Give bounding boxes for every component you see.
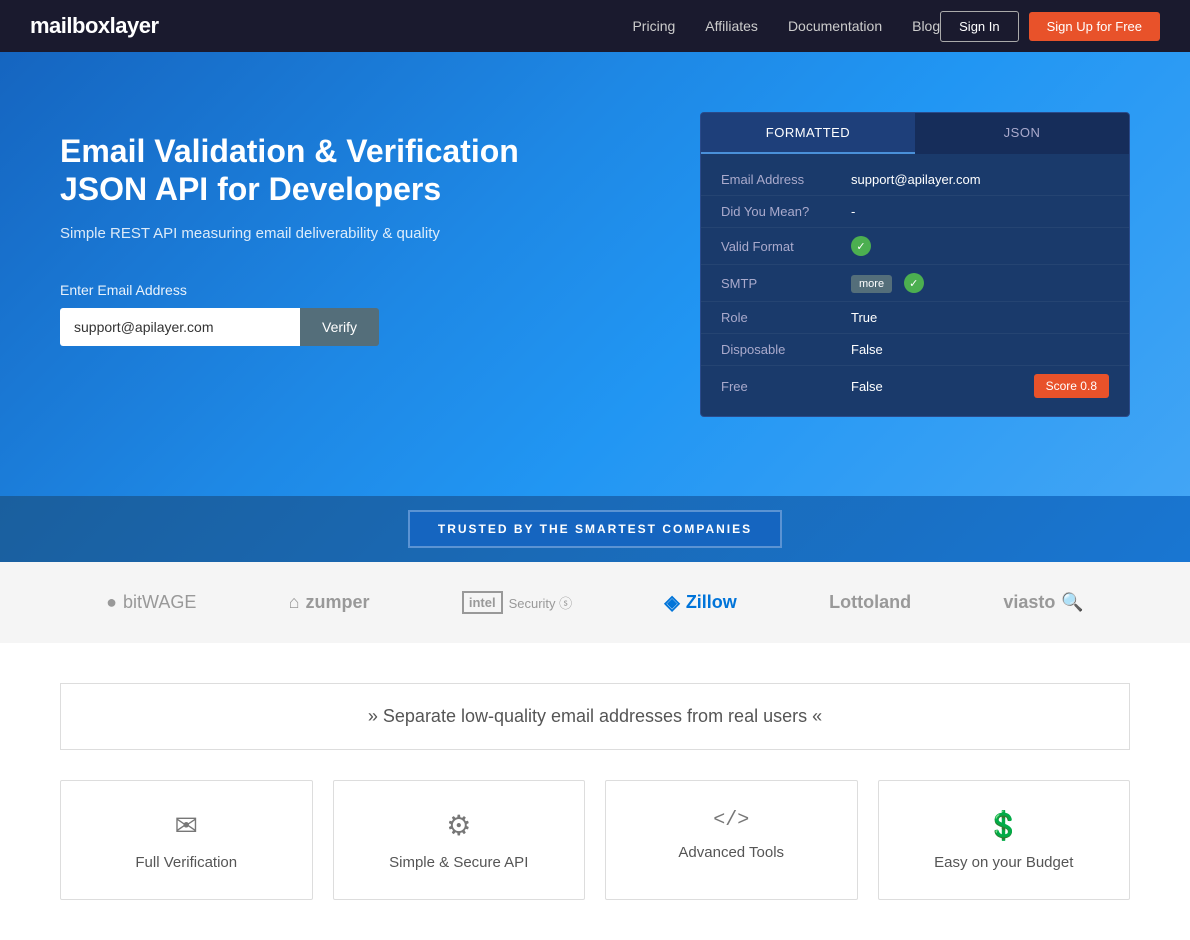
demo-value-role: True	[851, 310, 1109, 325]
nav-documentation[interactable]: Documentation	[788, 18, 882, 34]
demo-label-free: Free	[721, 379, 851, 394]
feature-card-budget: 💲 Easy on your Budget	[878, 780, 1131, 900]
demo-row-didyoumean: Did You Mean? -	[701, 196, 1129, 228]
tab-formatted[interactable]: FORMATTED	[701, 113, 915, 154]
hero-subtitle: Simple REST API measuring email delivera…	[60, 225, 640, 242]
nav-pricing[interactable]: Pricing	[632, 18, 675, 34]
score-badge: Score 0.8	[1034, 374, 1109, 398]
zumper-icon: ⌂	[289, 592, 300, 613]
hero-input-row: Verify	[60, 308, 640, 346]
demo-value-email: support@apilayer.com	[851, 172, 1109, 187]
demo-label-validformat: Valid Format	[721, 239, 851, 254]
logo-lottoland: Lottoland	[829, 592, 911, 613]
hero-title: Email Validation & Verification JSON API…	[60, 132, 640, 209]
logo-bitwage: ● bitWAGE	[106, 592, 196, 613]
feature-title-fullverification: Full Verification	[81, 854, 292, 871]
envelope-icon: ✉	[81, 809, 292, 842]
demo-label-email: Email Address	[721, 172, 851, 187]
gear-icon: ⚙	[354, 809, 565, 842]
zillow-icon: ◈	[664, 590, 679, 615]
trusted-banner: TRUSTED BY THE SMARTEST COMPANIES	[0, 496, 1190, 562]
check-icon-validformat: ✓	[851, 236, 871, 256]
hero-left: Email Validation & Verification JSON API…	[60, 112, 640, 346]
feature-title-simpleapi: Simple & Secure API	[354, 854, 565, 871]
logo-zumper: ⌂ zumper	[289, 592, 370, 613]
features-grid: ✉ Full Verification ⚙ Simple & Secure AP…	[60, 780, 1130, 900]
demo-value-validformat: ✓	[851, 236, 1109, 256]
demo-card: FORMATTED JSON Email Address support@api…	[700, 112, 1130, 417]
logos-section: ● bitWAGE ⌂ zumper intel Security ⓢ ◈ Zi…	[0, 562, 1190, 643]
nav-links: Pricing Affiliates Documentation Blog	[632, 18, 940, 34]
hero-input-label: Enter Email Address	[60, 282, 640, 298]
demo-row-disposable: Disposable False	[701, 334, 1129, 366]
intel-icon: intel	[462, 591, 503, 614]
email-input[interactable]	[60, 308, 300, 346]
dollar-icon: 💲	[899, 809, 1110, 842]
nav-blog[interactable]: Blog	[912, 18, 940, 34]
demo-row-role: Role True	[701, 302, 1129, 334]
demo-label-didyoumean: Did You Mean?	[721, 204, 851, 219]
hero-section: Email Validation & Verification JSON API…	[0, 52, 1190, 497]
demo-row-free: Free False Score 0.8	[701, 366, 1129, 406]
brand-logo: mailboxlayer	[30, 13, 159, 39]
feature-card-fullverification: ✉ Full Verification	[60, 780, 313, 900]
demo-value-disposable: False	[851, 342, 1109, 357]
demo-label-role: Role	[721, 310, 851, 325]
demo-row-validformat: Valid Format ✓	[701, 228, 1129, 265]
logo-zillow: ◈ Zillow	[664, 590, 736, 615]
demo-value-smtp: more ✓	[851, 273, 1109, 293]
code-icon: </>	[626, 809, 837, 832]
trusted-badge-text: TRUSTED BY THE SMARTEST COMPANIES	[408, 510, 782, 548]
features-section: » Separate low-quality email addresses f…	[0, 643, 1190, 940]
tab-json[interactable]: JSON	[915, 113, 1129, 154]
demo-label-smtp: SMTP	[721, 276, 851, 291]
demo-label-disposable: Disposable	[721, 342, 851, 357]
feature-title-advancedtools: Advanced Tools	[626, 844, 837, 861]
check-icon-smtp: ✓	[904, 273, 924, 293]
demo-row-smtp: SMTP more ✓	[701, 265, 1129, 302]
feature-card-simpleapi: ⚙ Simple & Secure API	[333, 780, 586, 900]
feature-title-budget: Easy on your Budget	[899, 854, 1110, 871]
demo-body: Email Address support@apilayer.com Did Y…	[701, 154, 1129, 416]
more-button[interactable]: more	[851, 275, 892, 293]
features-banner-text: » Separate low-quality email addresses f…	[368, 706, 822, 726]
demo-value-free: False	[851, 379, 1034, 394]
demo-value-didyoumean: -	[851, 204, 1109, 219]
logo-intel: intel Security ⓢ	[462, 591, 572, 614]
viasto-search-icon: 🔍	[1061, 592, 1083, 613]
nav-affiliates[interactable]: Affiliates	[705, 18, 758, 34]
signup-button[interactable]: Sign Up for Free	[1029, 12, 1160, 41]
verify-button[interactable]: Verify	[300, 308, 379, 346]
demo-tabs: FORMATTED JSON	[701, 113, 1129, 154]
demo-row-email: Email Address support@apilayer.com	[701, 164, 1129, 196]
features-banner: » Separate low-quality email addresses f…	[60, 683, 1130, 750]
bitwage-icon: ●	[106, 592, 117, 613]
feature-card-advancedtools: </> Advanced Tools	[605, 780, 858, 900]
navbar: mailboxlayer Pricing Affiliates Document…	[0, 0, 1190, 52]
logo-viasto: viasto 🔍	[1003, 592, 1083, 613]
signin-button[interactable]: Sign In	[940, 11, 1018, 42]
